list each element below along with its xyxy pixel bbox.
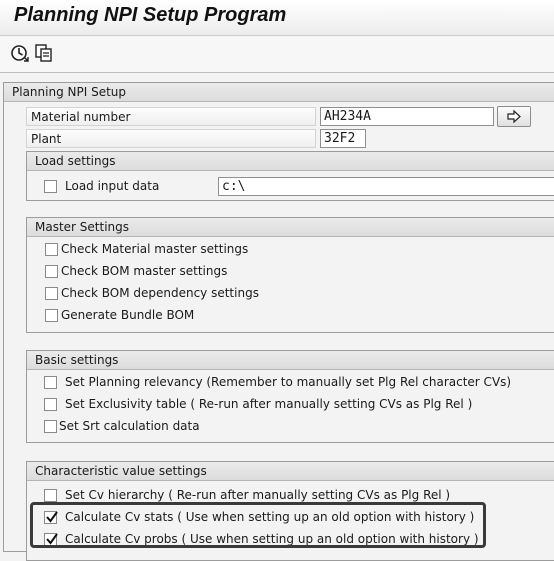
load-settings-group: Load settings Load input data c:\	[26, 151, 554, 201]
plant-label: Plant	[26, 129, 316, 148]
check-material-master-checkbox[interactable]	[45, 243, 58, 256]
generate-bundle-bom-checkbox[interactable]	[45, 309, 58, 322]
check-bom-dependency-checkbox[interactable]	[45, 287, 58, 300]
material-number-label: Material number	[26, 107, 316, 126]
set-planning-relevancy-checkbox[interactable]	[44, 376, 57, 389]
group-header: Planning NPI Setup	[4, 83, 554, 102]
application-toolbar	[0, 37, 554, 73]
check-bom-master-checkbox[interactable]	[45, 265, 58, 278]
cv-settings-title: Characteristic value settings	[35, 464, 207, 478]
material-number-input[interactable]: AH234A	[320, 107, 494, 126]
set-exclusivity-table-checkbox[interactable]	[44, 398, 57, 411]
copy-variant-icon[interactable]	[34, 43, 54, 63]
set-cv-hierarchy-checkbox[interactable]	[44, 489, 57, 502]
title-bar: Planning NPI Setup Program	[0, 0, 554, 36]
check-bom-dependency-label: Check BOM dependency settings	[61, 286, 259, 300]
set-srt-calculation-label: Set Srt calculation data	[59, 419, 200, 433]
group-title: Planning NPI Setup	[12, 85, 126, 99]
material-number-label-text: Material number	[31, 110, 131, 124]
arrow-right-icon	[507, 109, 521, 124]
planning-npi-setup-group: Planning NPI Setup Material number AH234…	[3, 82, 554, 561]
plant-input[interactable]: 32F2	[320, 129, 366, 148]
set-planning-relevancy-label: Set Planning relevancy (Remember to manu…	[65, 375, 512, 389]
highlight-box	[30, 502, 486, 548]
master-settings-group: Master Settings Check Material master se…	[26, 217, 554, 333]
load-input-label: Load input data	[65, 179, 160, 193]
load-settings-header: Load settings	[27, 152, 554, 171]
material-search-button[interactable]	[497, 106, 531, 127]
window-title: Planning NPI Setup Program	[14, 4, 287, 26]
check-material-master-label: Check Material master settings	[61, 242, 249, 256]
generate-bundle-bom-label: Generate Bundle BOM	[61, 308, 195, 322]
load-settings-title: Load settings	[35, 154, 116, 168]
selection-screen: Planning NPI Setup Material number AH234…	[0, 80, 554, 561]
set-cv-hierarchy-label: Set Cv hierarchy ( Re-run after manually…	[65, 488, 451, 502]
set-srt-calculation-checkbox[interactable]	[44, 420, 57, 433]
execute-icon[interactable]	[10, 43, 30, 63]
cv-settings-header: Characteristic value settings	[27, 462, 554, 481]
basic-settings-header: Basic settings	[27, 351, 554, 370]
master-settings-header: Master Settings	[27, 218, 554, 237]
check-bom-master-label: Check BOM master settings	[61, 264, 228, 278]
master-settings-title: Master Settings	[35, 220, 130, 234]
plant-label-text: Plant	[31, 132, 62, 146]
load-path-input[interactable]: c:\	[218, 177, 554, 196]
load-input-row: Load input data c:\	[27, 177, 554, 197]
basic-settings-group: Basic settings Set Planning relevancy (R…	[26, 350, 554, 443]
load-input-checkbox[interactable]	[44, 180, 57, 193]
set-exclusivity-table-label: Set Exclusivity table ( Re-run after man…	[65, 397, 473, 411]
basic-settings-title: Basic settings	[35, 353, 119, 367]
